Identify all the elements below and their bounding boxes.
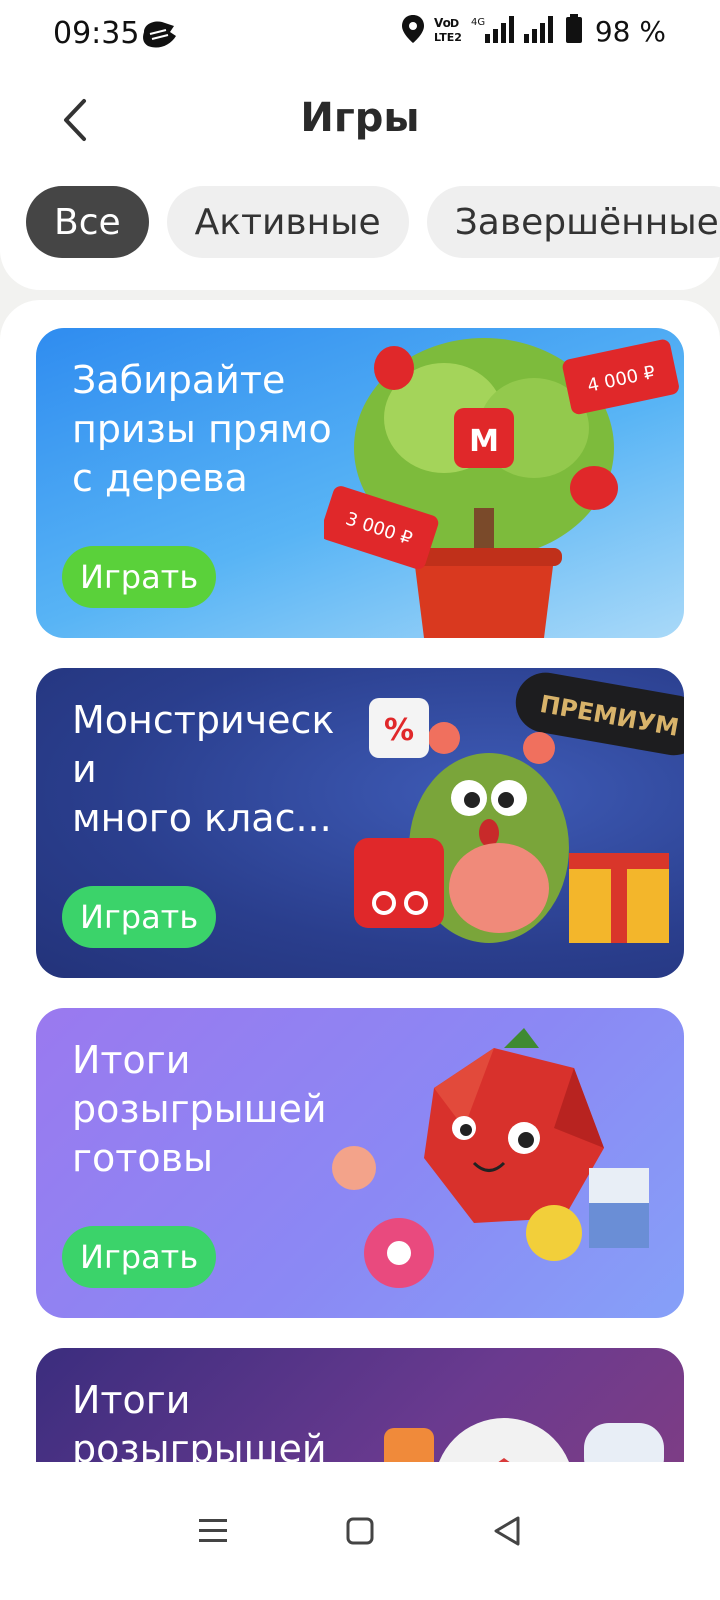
status-bar: 09:35 Vo D LTE2 4G 98 %: [0, 0, 720, 70]
prize-tree-illustration: М 4 000 ₽ 3 000 ₽: [324, 338, 679, 638]
card-title: Забирайте призы прямо с дерева: [72, 358, 332, 500]
tomato-illustration: [332, 1028, 649, 1288]
menu-icon: [199, 1519, 228, 1542]
game-card-monsters[interactable]: ПРЕМИУМ % Монстрическ и много клас... Иг…: [36, 668, 684, 978]
tab-all[interactable]: Все: [26, 186, 149, 258]
header: Игры Все Активные Завершённые: [0, 70, 720, 290]
svg-text:D: D: [450, 17, 459, 30]
signal-icon: [523, 14, 557, 48]
card-title: Итоги розыгрышей: [72, 1378, 327, 1471]
games-list: М 4 000 ₽ 3 000 ₽ Забирайте призы прямо …: [0, 300, 720, 1500]
home-icon: [346, 1517, 374, 1545]
back-icon: [494, 1516, 520, 1546]
battery-percentage: 98 %: [594, 14, 666, 48]
signal-4g-icon: 4G: [471, 14, 515, 48]
filter-tabs: Все Активные Завершённые: [26, 186, 720, 258]
play-button[interactable]: Играть: [62, 1226, 217, 1288]
battery-icon: [565, 14, 583, 48]
recents-button[interactable]: [183, 1501, 243, 1561]
system-nav-bar: [0, 1462, 720, 1600]
notification-icon: [140, 18, 178, 56]
volte-icon: Vo D LTE2: [433, 14, 463, 48]
play-button[interactable]: Играть: [62, 546, 217, 608]
magnit-logo-text: М: [469, 424, 499, 459]
game-card-draw-results[interactable]: Итоги розыгрышей готовы Играть: [36, 1008, 684, 1318]
svg-text:Vo: Vo: [434, 16, 451, 30]
page-title: Игры: [300, 95, 420, 141]
back-nav-button[interactable]: [477, 1501, 537, 1561]
tab-finished[interactable]: Завершённые: [426, 186, 720, 258]
status-time: 09:35: [53, 16, 140, 51]
game-card-prize-tree[interactable]: М 4 000 ₽ 3 000 ₽ Забирайте призы прямо …: [36, 328, 684, 638]
play-button[interactable]: Играть: [62, 886, 217, 948]
card-title: Итоги розыгрышей готовы: [72, 1038, 327, 1180]
home-button[interactable]: [330, 1501, 390, 1561]
svg-text:4G: 4G: [471, 17, 485, 28]
location-icon: [401, 14, 425, 48]
tab-active[interactable]: Активные: [166, 186, 409, 258]
card-title: Монстрическ и много клас...: [72, 698, 335, 840]
svg-text:LTE2: LTE2: [434, 31, 462, 44]
